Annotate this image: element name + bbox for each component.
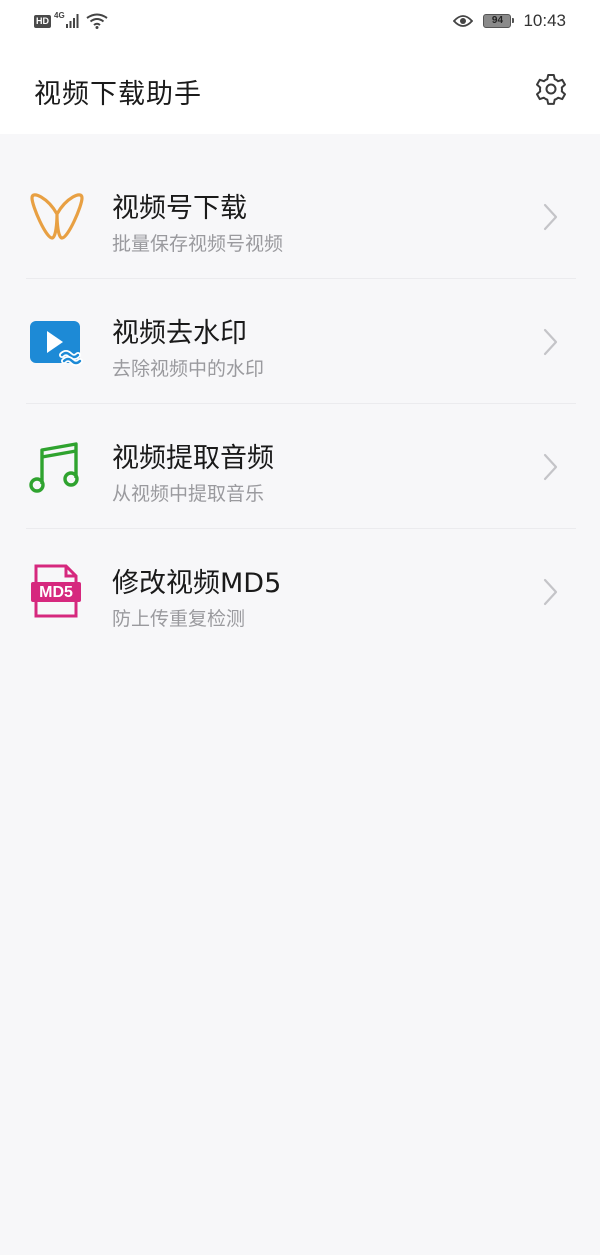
chevron-right-icon — [543, 203, 558, 231]
tool-subtitle: 从视频中提取音乐 — [112, 483, 265, 505]
app-header: 视频下载助手 — [0, 44, 600, 134]
chevron-right-icon — [543, 453, 558, 481]
signal-icon — [65, 14, 79, 28]
network-type: 4G — [54, 11, 65, 20]
music-note-icon — [28, 438, 86, 496]
tool-item-modify-md5[interactable]: MD5 修改视频MD5 防上传重复检测 — [0, 529, 600, 654]
tool-title: 视频提取音频 — [112, 443, 274, 474]
battery-level: 94 — [491, 15, 504, 26]
play-wave-icon — [28, 313, 86, 371]
status-right: 94 10:43 — [453, 9, 566, 33]
chevron-right-icon — [543, 578, 558, 606]
status-left: HD 4G — [34, 10, 108, 32]
battery-icon: 94 — [483, 14, 515, 28]
tool-item-remove-watermark[interactable]: 视频去水印 去除视频中的水印 — [0, 279, 600, 404]
tool-item-extract-audio[interactable]: 视频提取音频 从视频中提取音乐 — [0, 404, 600, 529]
md5-icon-label: MD5 — [39, 584, 73, 601]
gear-icon — [536, 74, 566, 105]
tool-list: 视频号下载 批量保存视频号视频 视频去水印 去除视频中的水印 视频提取音频 从视… — [0, 154, 600, 654]
settings-button[interactable] — [532, 70, 570, 108]
page-title: 视频下载助手 — [34, 79, 202, 110]
wifi-icon — [86, 13, 108, 29]
chevron-right-icon — [543, 328, 558, 356]
tool-title: 视频去水印 — [112, 318, 247, 349]
tool-title: 修改视频MD5 — [112, 568, 282, 599]
channels-logo-icon — [28, 188, 86, 246]
clock: 10:43 — [523, 11, 566, 30]
tool-item-channels-download[interactable]: 视频号下载 批量保存视频号视频 — [0, 154, 600, 279]
tool-subtitle: 防上传重复检测 — [112, 608, 246, 630]
eye-icon — [453, 15, 474, 27]
hd-badge: HD — [34, 14, 51, 28]
status-bar: HD 4G 94 10:43 — [0, 0, 600, 44]
tool-subtitle: 批量保存视频号视频 — [112, 233, 284, 255]
tool-title: 视频号下载 — [112, 193, 247, 224]
tool-subtitle: 去除视频中的水印 — [112, 358, 265, 380]
md5-file-icon: MD5 — [28, 563, 86, 621]
